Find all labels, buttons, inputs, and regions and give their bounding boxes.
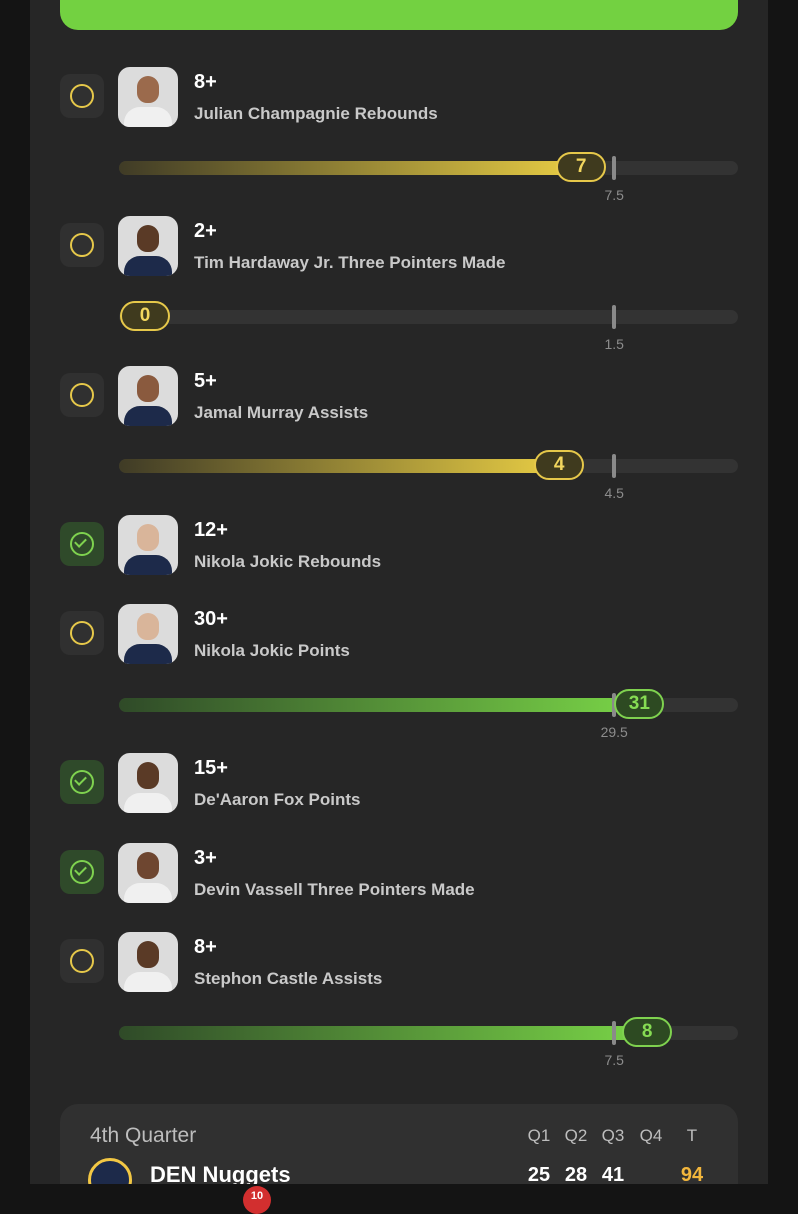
scoreboard[interactable]: 4th Quarter Q1 Q2 Q3 Q4 T DEN Nuggets 25…: [60, 1104, 738, 1184]
col-total: T: [686, 1126, 698, 1145]
prop-row[interactable]: 8+ Stephon Castle Assists: [30, 932, 768, 992]
prop-threshold: 5+: [194, 370, 217, 392]
check-circle-icon: [60, 522, 104, 566]
prop-threshold: 15+: [194, 757, 228, 779]
line-value: 7.5: [604, 1052, 624, 1068]
prop-description: Stephon Castle Assists: [194, 969, 383, 988]
prop-row[interactable]: 2+ Tim Hardaway Jr. Three Pointers Made: [30, 216, 768, 276]
prop-row[interactable]: 15+ De'Aaron Fox Points: [30, 753, 768, 813]
progress-track: 1.5 0: [119, 301, 738, 352]
progress-fill: [119, 161, 582, 175]
line-marker: [612, 305, 617, 329]
prop-row[interactable]: 30+ Nikola Jokic Points: [30, 604, 768, 664]
progress-track: 29.5 31: [119, 689, 738, 740]
player-avatar: [118, 843, 178, 903]
check-circle-icon: [60, 850, 104, 894]
notification-badge[interactable]: 10: [243, 1186, 271, 1214]
player-avatar: [118, 515, 178, 575]
pending-circle-icon: [60, 74, 104, 118]
line-value: 4.5: [604, 485, 624, 501]
progress-fill: [119, 698, 640, 712]
score-q3: 41: [601, 1164, 625, 1184]
prop-row[interactable]: 12+ Nikola Jokic Rebounds: [30, 515, 768, 575]
col-q2: Q2: [564, 1126, 588, 1145]
parlay-status-bar: [60, 0, 738, 30]
progress-track: 4.5 4: [119, 450, 738, 501]
check-circle-icon: [60, 760, 104, 804]
line-marker: [612, 454, 617, 478]
progress-fill: [119, 459, 560, 473]
pending-circle-icon: [60, 373, 104, 417]
line-marker: [612, 1021, 617, 1045]
prop-description: Julian Champagnie Rebounds: [194, 104, 438, 123]
progress-track: 7.5 7: [119, 152, 738, 203]
prop-row[interactable]: 5+ Jamal Murray Assists: [30, 366, 768, 426]
prop-description: Nikola Jokic Rebounds: [194, 552, 382, 571]
prop-threshold: 8+: [194, 71, 217, 93]
pending-circle-icon: [60, 223, 104, 267]
player-avatar: [118, 366, 178, 426]
prop-row[interactable]: 8+ Julian Champagnie Rebounds: [30, 67, 768, 127]
prop-threshold: 8+: [194, 936, 217, 958]
col-q3: Q3: [601, 1126, 625, 1145]
score-q2: 28: [564, 1164, 588, 1184]
score-total: 94: [680, 1164, 704, 1184]
current-value-pill: 7: [556, 152, 607, 182]
line-value: 7.5: [604, 187, 624, 203]
prop-description: Nikola Jokic Points: [194, 641, 350, 660]
line-value: 29.5: [600, 724, 628, 740]
parlay-card: 8+ Julian Champagnie Rebounds 7.5 7 2+ Tim Ha…: [30, 0, 768, 1184]
prop-description: Tim Hardaway Jr. Three Pointers Made: [194, 253, 506, 272]
current-value-pill: 8: [622, 1017, 673, 1047]
current-value-pill: 31: [614, 689, 665, 719]
prop-row[interactable]: 3+ Devin Vassell Three Pointers Made: [30, 843, 768, 903]
prop-threshold: 2+: [194, 220, 217, 242]
progress-track: 7.5 8: [119, 1017, 738, 1068]
line-value: 1.5: [604, 336, 624, 352]
prop-description: Devin Vassell Three Pointers Made: [194, 880, 475, 899]
player-avatar: [118, 753, 178, 813]
player-avatar: [118, 932, 178, 992]
team-name: DEN Nuggets: [150, 1162, 291, 1184]
prop-threshold: 30+: [194, 608, 228, 630]
player-avatar: [118, 604, 178, 664]
line-marker: [612, 156, 617, 180]
pending-circle-icon: [60, 939, 104, 983]
player-avatar: [118, 216, 178, 276]
col-q1: Q1: [527, 1126, 551, 1145]
prop-threshold: 3+: [194, 847, 217, 869]
pending-circle-icon: [60, 611, 104, 655]
player-avatar: [118, 67, 178, 127]
current-value-pill: 0: [120, 301, 170, 331]
progress-fill: [119, 1026, 648, 1040]
current-value-pill: 4: [534, 450, 585, 480]
col-q4: Q4: [639, 1126, 663, 1145]
prop-threshold: 12+: [194, 519, 228, 541]
score-q1: 25: [527, 1164, 551, 1184]
prop-description: De'Aaron Fox Points: [194, 790, 361, 809]
quarter-title: 4th Quarter: [90, 1124, 197, 1147]
bottom-nav: [0, 1184, 798, 1200]
prop-description: Jamal Murray Assists: [194, 403, 369, 422]
nuggets-logo-icon: [88, 1158, 132, 1184]
